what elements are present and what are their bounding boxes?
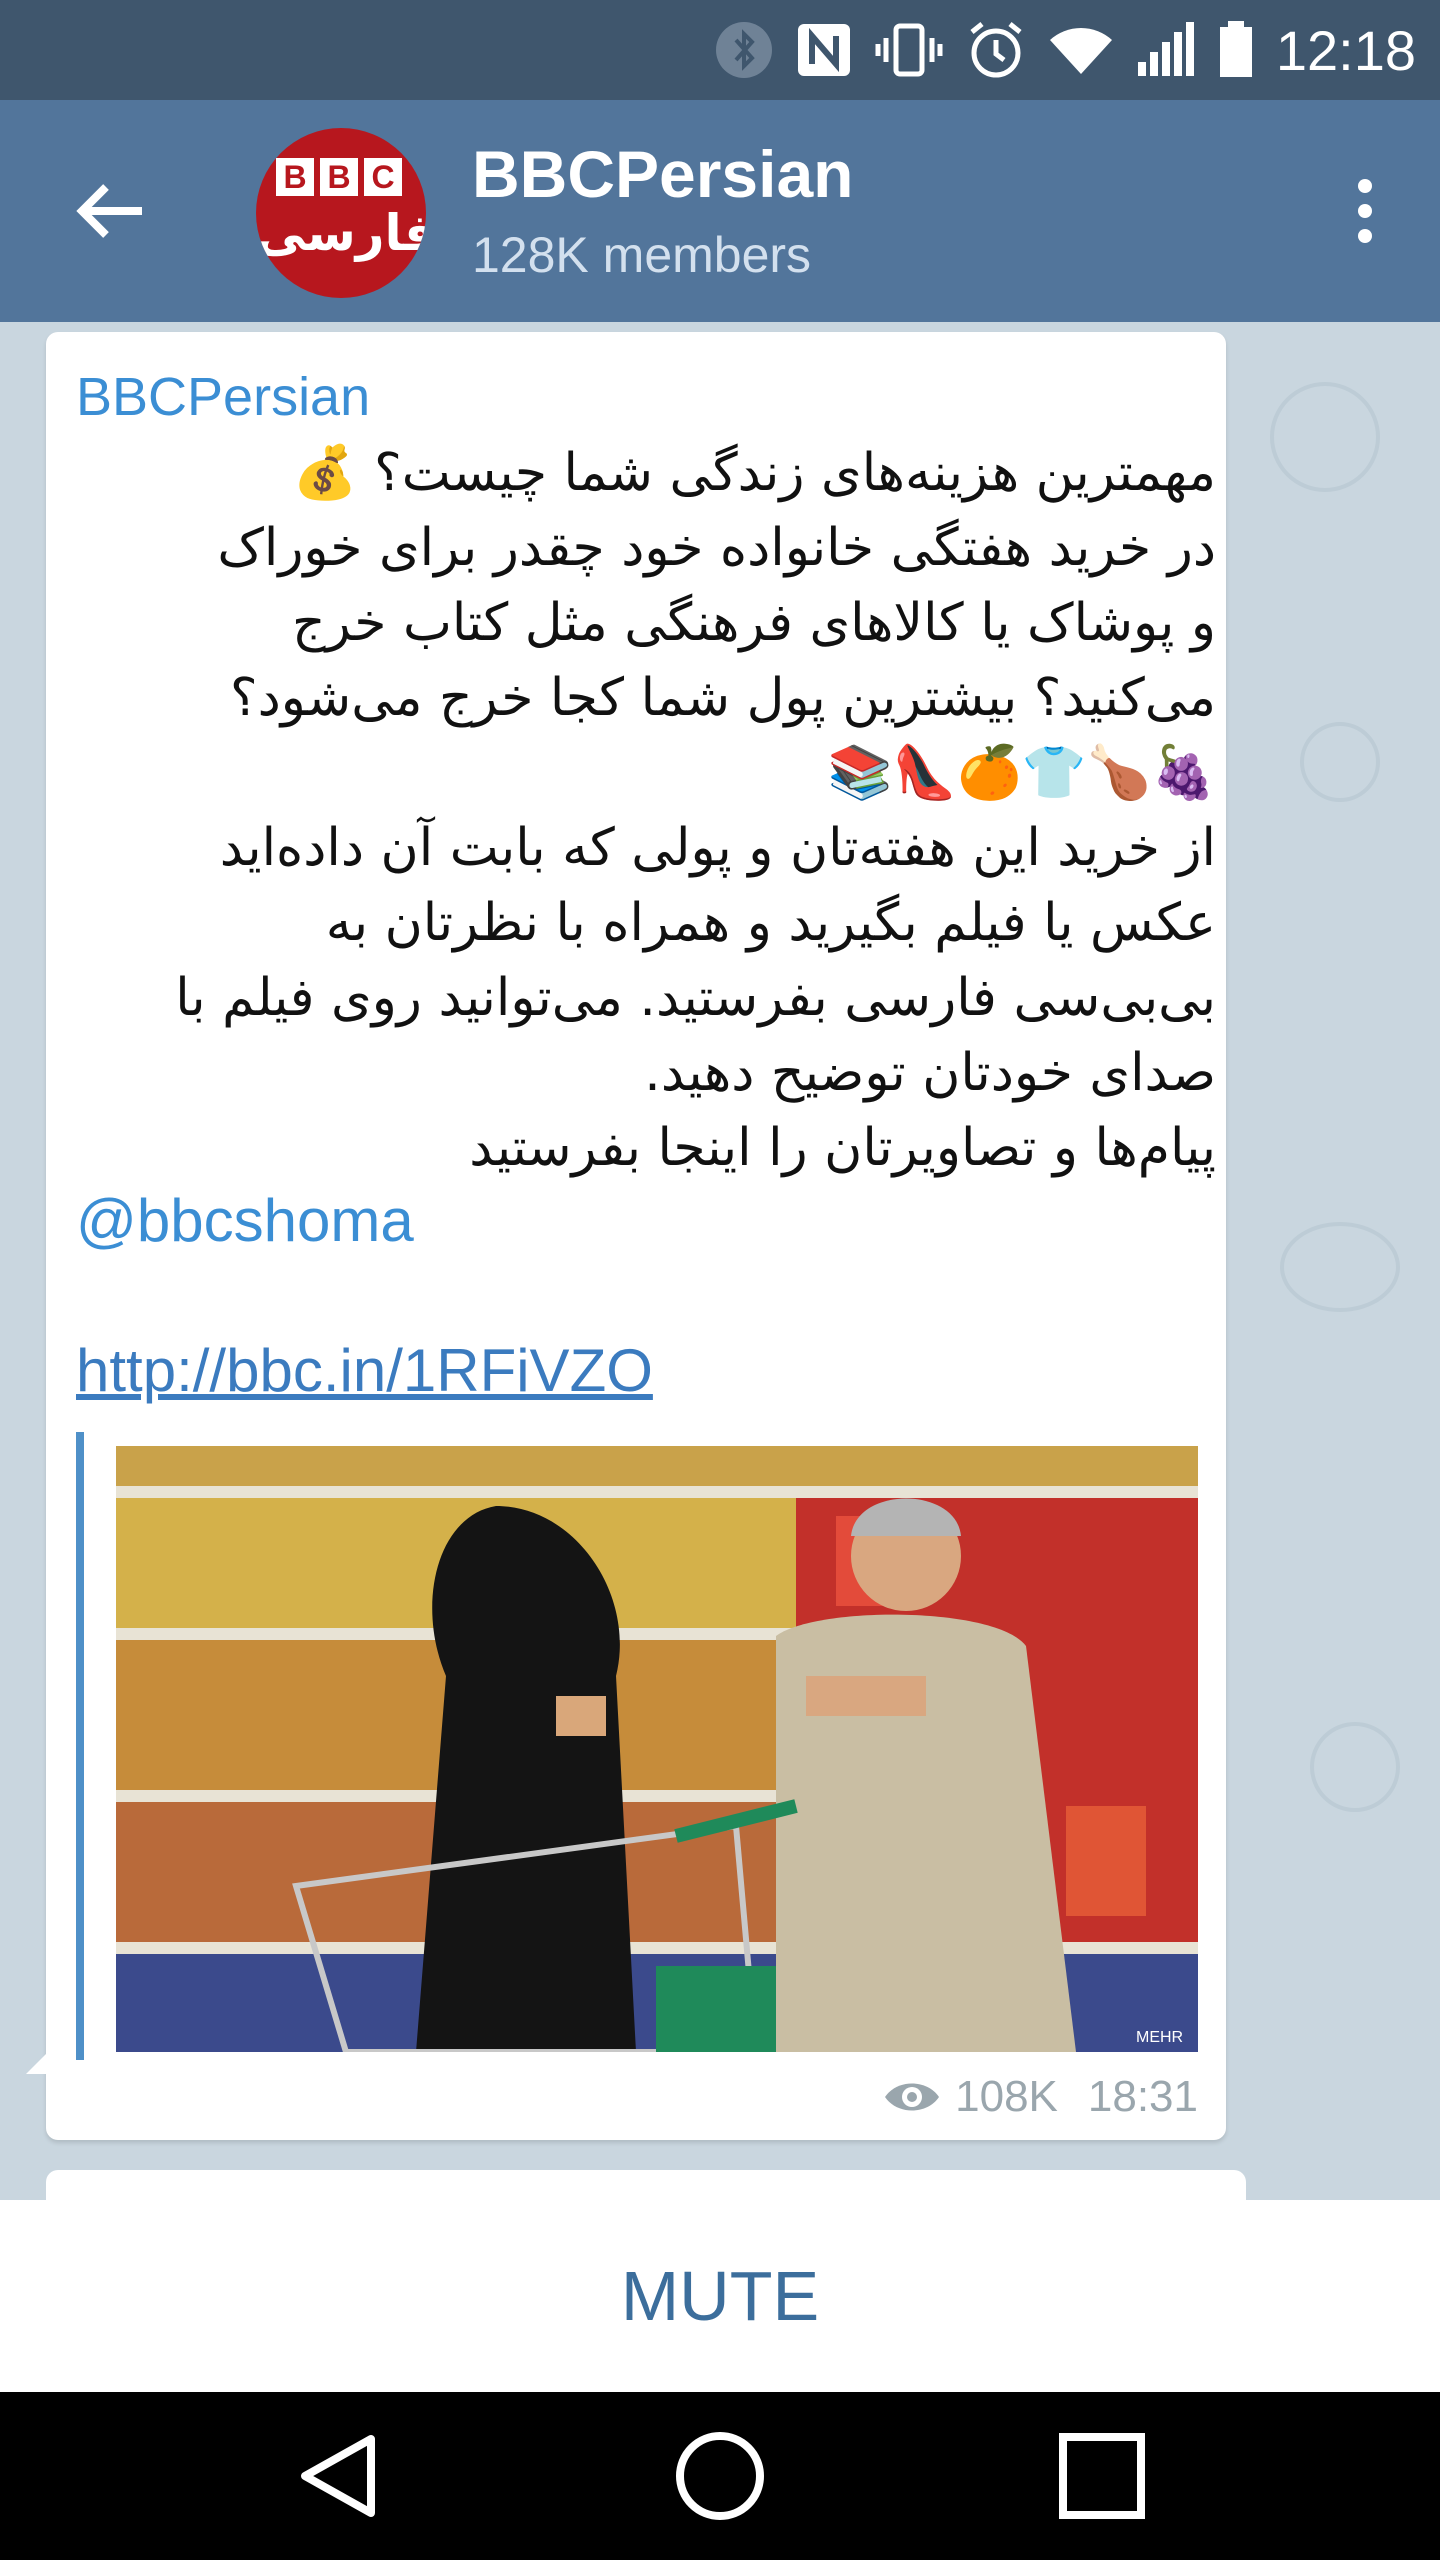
more-options-button[interactable] [1320,166,1410,256]
status-time: 12:18 [1275,18,1416,82]
member-count: 128K members [472,227,812,283]
battery-icon [1218,21,1254,79]
mute-button[interactable]: MUTE [0,2200,1440,2392]
url-link[interactable]: http://bbc.in/1RFiVZO [76,1336,653,1405]
message-line: می‌کنید؟ بیشترین پول شما کجا خرج می‌شود؟ [230,668,1216,728]
nav-back-button[interactable] [290,2426,390,2526]
message-line: عکس یا فیلم بگیرید و همراه با نظرتان به [325,893,1216,953]
wifi-icon [1048,22,1114,78]
vibrate-icon [874,22,944,78]
message-line: پیام‌ها و تصاویرتان را اینجا بفرستید [469,1118,1216,1178]
nav-recents-button[interactable] [1052,2426,1152,2526]
view-count: 108K [955,2072,1058,2121]
nfc-icon [796,22,852,78]
bluetooth-icon [714,20,774,80]
mute-label: MUTE [620,2257,820,2335]
background-doodle [1300,722,1380,802]
channel-avatar[interactable]: B B C فارسی [256,128,426,298]
menu-dot [1358,179,1372,193]
supermarket-photo: MEHR [116,1446,1198,2052]
avatar-text: فارسی [256,204,426,262]
emoji-line: 🍇🍗👕🍊👠📚 [827,743,1216,803]
bbc-logo: B B C [276,158,402,196]
back-button[interactable] [66,166,156,256]
message-line: مهمترین هزینه‌های زندگی شما چیست؟ 💰 [292,443,1216,503]
bubble-tail [26,2050,50,2074]
arrow-left-icon [76,184,142,238]
chat-title[interactable]: BBCPersian [472,136,853,212]
circle-home-icon [676,2432,764,2520]
next-message-bubble[interactable] [46,2170,1246,2200]
triangle-back-icon [301,2435,375,2517]
link-preview-image[interactable]: MEHR [116,1446,1198,2052]
message-sender[interactable]: BBCPersian [76,366,370,428]
navigation-bar [0,2392,1440,2560]
signal-icon [1136,22,1196,78]
message-line: و پوشاک یا کالاهای فرهنگی مثل کتاب خرج [292,593,1216,653]
chat-header: B B C فارسی BBCPersian 128K members [0,100,1440,322]
menu-dot [1358,204,1372,218]
message-bubble[interactable]: BBCPersian مهمترین هزینه‌های زندگی شما چ… [46,332,1226,2140]
menu-dot [1358,229,1372,243]
background-doodle [1310,1722,1400,1812]
preview-watermark: MEHR [1136,2029,1183,2046]
status-bar: 12:18 [0,0,1440,100]
mention-link[interactable]: @bbcshoma [76,1186,414,1255]
message-line: بی‌بی‌سی فارسی بفرستید. می‌توانید روی فی… [175,968,1216,1028]
alarm-icon [966,20,1026,80]
message-time: 18:31 [1087,2072,1198,2121]
message-line: از خرید این هفته‌تان و پولی که بابت آن د… [219,818,1216,878]
nav-home-button[interactable] [670,2426,770,2526]
link-preview-bar [76,1432,84,2060]
chat-area[interactable]: BBCPersian مهمترین هزینه‌های زندگی شما چ… [0,322,1440,2200]
message-line: در خرید هفتگی خانواده خود چقدر برای خورا… [217,518,1216,578]
message-meta: 108K 18:31 [883,2072,1198,2122]
message-text: مهمترین هزینه‌های زندگی شما چیست؟ 💰 در خ… [76,436,1216,1186]
background-doodle [1270,382,1380,492]
eye-icon [885,2083,940,2111]
message-line: صدای خودتان توضیح دهید. [644,1043,1216,1103]
background-doodle [1280,1222,1400,1312]
square-recents-icon [1059,2433,1145,2519]
